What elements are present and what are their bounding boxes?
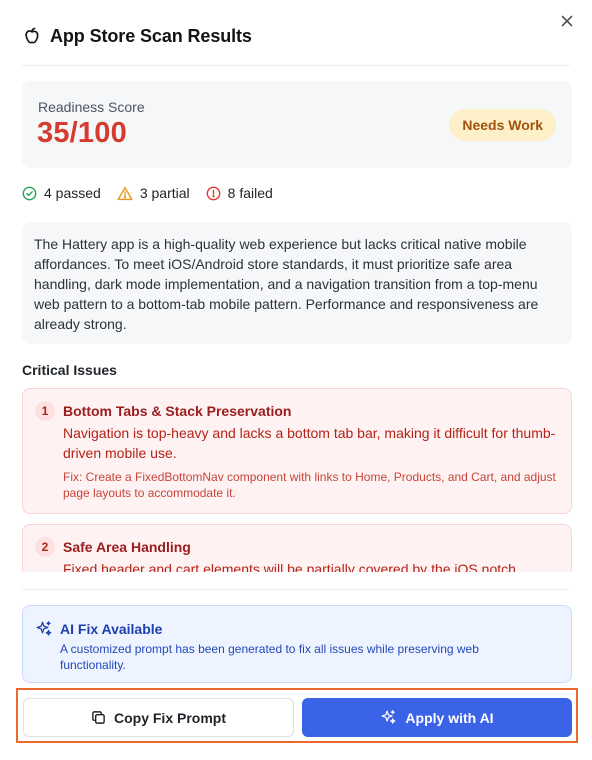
apply-with-ai-label: Apply with AI	[405, 709, 494, 726]
issue-title: Safe Area Handling	[63, 539, 191, 555]
close-icon	[561, 15, 573, 27]
stat-failed-label: 8 failed	[227, 185, 273, 201]
stat-failed: 8 failed	[206, 185, 273, 201]
sparkles-icon	[381, 710, 396, 724]
alert-circle-icon	[206, 186, 221, 200]
ai-fix-description: A customized prompt has been generated t…	[60, 642, 479, 672]
copy-fix-prompt-label: Copy Fix Prompt	[113, 709, 226, 726]
apply-with-ai-button[interactable]: Apply with AI	[302, 698, 572, 737]
result-stats: 4 passed 3 partial 8 failed	[22, 185, 289, 201]
stat-passed: 4 passed	[22, 185, 101, 201]
action-bar: Copy Fix Prompt Apply with AI	[16, 688, 578, 743]
issue-fix: Fix: Create a FixedBottomNav component w…	[63, 470, 556, 500]
dialog-header: App Store Scan Results	[22, 24, 570, 48]
stat-partial: 3 partial	[117, 185, 190, 201]
issue-card: 2 Safe Area Handling Fixed header and ca…	[22, 524, 572, 572]
issue-title: Bottom Tabs & Stack Preservation	[63, 403, 292, 419]
ai-fix-card: AI Fix Available A customized prompt has…	[22, 605, 572, 683]
issue-number: 1	[35, 401, 55, 421]
score-value: 35/100	[37, 117, 127, 149]
check-circle-icon	[22, 186, 37, 200]
stat-partial-label: 3 partial	[139, 185, 190, 201]
sparkles-icon	[35, 620, 53, 643]
readiness-score-card: Readiness Score 35/100 Needs Work	[22, 81, 572, 168]
issue-description: Navigation is top-heavy and lacks a bott…	[63, 425, 556, 461]
close-button[interactable]	[556, 10, 578, 32]
header-divider	[22, 65, 570, 66]
warning-triangle-icon	[117, 186, 133, 200]
copy-icon	[92, 711, 105, 724]
stat-passed-label: 4 passed	[44, 185, 101, 201]
apple-icon	[22, 26, 42, 46]
issue-number: 2	[35, 537, 55, 557]
ai-fix-title: AI Fix Available	[60, 621, 163, 637]
status-badge: Needs Work	[449, 109, 556, 141]
dialog-title: App Store Scan Results	[50, 25, 252, 46]
issue-card: 1 Bottom Tabs & Stack Preservation Navig…	[22, 388, 572, 514]
scan-summary: The Hattery app is a high-quality web ex…	[22, 222, 572, 344]
copy-fix-prompt-button[interactable]: Copy Fix Prompt	[23, 698, 294, 737]
score-label: Readiness Score	[38, 99, 145, 115]
critical-issues-list[interactable]: 1 Bottom Tabs & Stack Preservation Navig…	[22, 388, 572, 572]
issue-description: Fixed header and cart elements will be p…	[63, 561, 516, 572]
footer-divider	[22, 589, 570, 590]
critical-issues-heading: Critical Issues	[22, 362, 117, 378]
